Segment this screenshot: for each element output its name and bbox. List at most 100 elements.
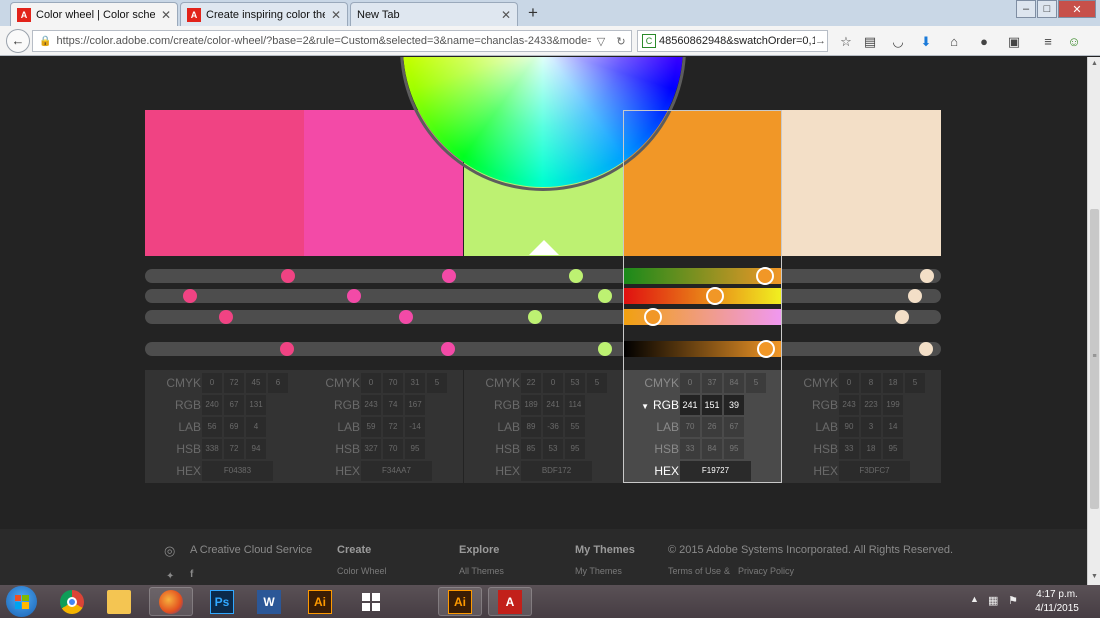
rgb-b[interactable]: 39 bbox=[724, 395, 744, 415]
cmyk-c[interactable]: 0 bbox=[839, 373, 859, 393]
hsb-s[interactable]: 84 bbox=[702, 439, 722, 459]
back-button[interactable]: ← bbox=[6, 29, 30, 53]
slider-handle[interactable] bbox=[399, 310, 413, 324]
rgb-b[interactable]: 131 bbox=[246, 395, 266, 415]
slider-handle[interactable] bbox=[919, 342, 933, 356]
tab-new-tab[interactable]: New Tab ✕ bbox=[350, 2, 518, 26]
swatch-1[interactable] bbox=[145, 110, 304, 256]
slider-handle[interactable] bbox=[895, 310, 909, 324]
close-icon[interactable]: ✕ bbox=[501, 8, 511, 22]
hex-field[interactable]: F34AA7 bbox=[361, 461, 432, 481]
lab-a[interactable]: 72 bbox=[383, 417, 403, 437]
close-icon[interactable]: ✕ bbox=[331, 8, 341, 22]
lab-b[interactable]: 4 bbox=[246, 417, 266, 437]
home-icon[interactable]: ⌂ bbox=[946, 34, 962, 50]
footer-link-color-wheel[interactable]: Color Wheel bbox=[337, 566, 387, 576]
lab-a[interactable]: -36 bbox=[543, 417, 563, 437]
rgb-r[interactable]: 243 bbox=[839, 395, 859, 415]
save-icon[interactable]: ▣ bbox=[1006, 34, 1022, 50]
slider-handle-selected[interactable] bbox=[756, 267, 774, 285]
lab-b[interactable]: 55 bbox=[565, 417, 585, 437]
lab-l[interactable]: 89 bbox=[521, 417, 541, 437]
start-button[interactable] bbox=[6, 586, 37, 617]
cmyk-m[interactable]: 0 bbox=[543, 373, 563, 393]
tab-create-inspiring[interactable]: A Create inspiring color the... ✕ bbox=[180, 2, 348, 26]
hex-field[interactable]: F04383 bbox=[202, 461, 273, 481]
rgb-b[interactable]: 199 bbox=[883, 395, 903, 415]
lab-b[interactable]: 14 bbox=[883, 417, 903, 437]
slider-handle[interactable] bbox=[920, 269, 934, 283]
lab-l[interactable]: 56 bbox=[202, 417, 222, 437]
cmyk-c[interactable]: 0 bbox=[680, 373, 700, 393]
slider-handle-selected[interactable] bbox=[757, 340, 775, 358]
swatch-5[interactable] bbox=[782, 110, 941, 256]
cmyk-c[interactable]: 0 bbox=[202, 373, 222, 393]
rgb-g[interactable]: 223 bbox=[861, 395, 881, 415]
cmyk-m[interactable]: 72 bbox=[224, 373, 244, 393]
cmyk-y[interactable]: 45 bbox=[246, 373, 266, 393]
slider-handle[interactable] bbox=[569, 269, 583, 283]
hsb-h[interactable]: 327 bbox=[361, 439, 381, 459]
hsb-b[interactable]: 95 bbox=[883, 439, 903, 459]
slider-gradient-g[interactable] bbox=[624, 288, 781, 304]
slider-handle[interactable] bbox=[442, 269, 456, 283]
rgb-g[interactable]: 74 bbox=[383, 395, 403, 415]
hsb-h[interactable]: 85 bbox=[521, 439, 541, 459]
slider-track-brightness[interactable] bbox=[145, 342, 941, 356]
cmyk-k[interactable]: 5 bbox=[746, 373, 766, 393]
footer-link-privacy[interactable]: Privacy Policy bbox=[738, 566, 794, 576]
slider-handle-selected[interactable] bbox=[706, 287, 724, 305]
slider-handle[interactable] bbox=[347, 289, 361, 303]
cmyk-m[interactable]: 37 bbox=[702, 373, 722, 393]
rgb-r[interactable]: 189 bbox=[521, 395, 541, 415]
slider-handle[interactable] bbox=[280, 342, 294, 356]
cmyk-c[interactable]: 22 bbox=[521, 373, 541, 393]
slider-handle-selected[interactable] bbox=[644, 308, 662, 326]
hsb-b[interactable]: 95 bbox=[405, 439, 425, 459]
flag-icon[interactable]: ⚑ bbox=[1008, 594, 1018, 607]
download-icon[interactable]: ⬇ bbox=[918, 34, 934, 50]
slider-handle[interactable] bbox=[183, 289, 197, 303]
twitter-icon[interactable]: ✦ bbox=[166, 571, 174, 582]
rgb-r[interactable]: 243 bbox=[361, 395, 381, 415]
slider-handle[interactable] bbox=[281, 269, 295, 283]
page-scrollbar[interactable]: ▲ ≡ ▼ bbox=[1087, 57, 1100, 585]
slider-handle[interactable] bbox=[219, 310, 233, 324]
taskbar-adobe[interactable]: A bbox=[488, 587, 532, 616]
cmyk-k[interactable]: 6 bbox=[268, 373, 288, 393]
system-clock[interactable]: 4:17 p.m. 4/11/2015 bbox=[1024, 588, 1090, 616]
maximize-button[interactable]: □ bbox=[1037, 0, 1057, 18]
taskbar-word[interactable]: W bbox=[247, 587, 291, 616]
slider-handle[interactable] bbox=[598, 342, 612, 356]
rgb-g[interactable]: 241 bbox=[543, 395, 563, 415]
rgb-g[interactable]: 151 bbox=[702, 395, 722, 415]
slider-handle[interactable] bbox=[598, 289, 612, 303]
lab-b[interactable]: -14 bbox=[405, 417, 425, 437]
secondary-url-field[interactable]: C 48560862948&swatchOrder=0,1,2,3,4 → bbox=[637, 30, 828, 52]
cmyk-k[interactable]: 5 bbox=[905, 373, 925, 393]
addon-icon[interactable]: ☺ bbox=[1066, 34, 1082, 50]
hsb-s[interactable]: 70 bbox=[383, 439, 403, 459]
hex-field[interactable]: BDF172 bbox=[521, 461, 592, 481]
slider-handle[interactable] bbox=[528, 310, 542, 324]
scroll-down-icon[interactable]: ▼ bbox=[1090, 573, 1099, 580]
facebook-icon[interactable]: f bbox=[190, 569, 193, 580]
cmyk-k[interactable]: 5 bbox=[587, 373, 607, 393]
taskbar-illustrator-2[interactable]: Ai bbox=[438, 587, 482, 616]
rgb-b[interactable]: 167 bbox=[405, 395, 425, 415]
hsb-s[interactable]: 18 bbox=[861, 439, 881, 459]
lab-a[interactable]: 3 bbox=[861, 417, 881, 437]
url-bar[interactable]: 🔒 https://color.adobe.com/create/color-w… bbox=[32, 30, 632, 52]
footer-link-all-themes[interactable]: All Themes bbox=[459, 566, 504, 576]
hsb-b[interactable]: 94 bbox=[246, 439, 266, 459]
hex-field[interactable]: F19727 bbox=[680, 461, 751, 481]
hsb-h[interactable]: 338 bbox=[202, 439, 222, 459]
cmyk-c[interactable]: 0 bbox=[361, 373, 381, 393]
taskbar-chrome[interactable] bbox=[50, 587, 94, 616]
hsb-s[interactable]: 53 bbox=[543, 439, 563, 459]
reload-icon[interactable]: ↻ bbox=[611, 35, 631, 48]
hsb-b[interactable]: 95 bbox=[724, 439, 744, 459]
cmyk-k[interactable]: 5 bbox=[427, 373, 447, 393]
footer-link-my-themes[interactable]: My Themes bbox=[575, 566, 622, 576]
cmyk-m[interactable]: 70 bbox=[383, 373, 403, 393]
